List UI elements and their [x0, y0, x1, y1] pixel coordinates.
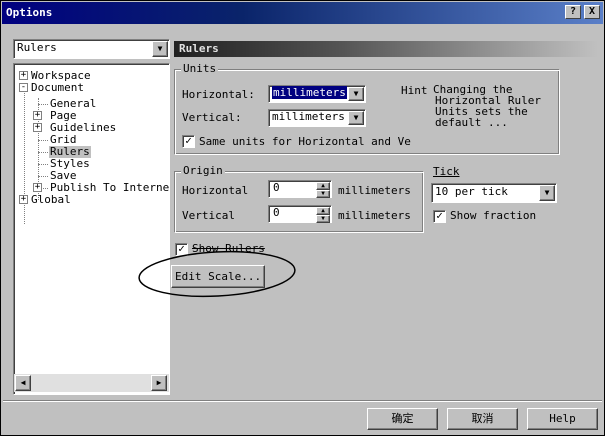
spin-up-icon[interactable]: ▲ [316, 207, 330, 215]
tick-combo[interactable]: 10 per tick ▼ [431, 183, 557, 203]
expand-icon: + [33, 110, 42, 120]
spin-down-icon[interactable]: ▼ [316, 215, 330, 223]
footer-separator [3, 400, 602, 402]
show-fraction-label: Show fraction [450, 209, 537, 222]
tree-item-global[interactable]: + Global [19, 194, 71, 206]
collapse-icon: - [19, 82, 28, 92]
hint-text: Changing the Horizontal Ruler Units sets… [433, 84, 541, 129]
spin-up-icon[interactable]: ▲ [316, 182, 330, 190]
tree-item-document[interactable]: - Document [19, 82, 84, 94]
cancel-button[interactable]: 取消 [447, 408, 518, 430]
same-units-label: Same units for Horizontal and Vertica [199, 135, 411, 148]
options-tree: + Workspace - Document General + Page + … [13, 63, 170, 395]
units-horizontal-label: Horizontal: [182, 88, 255, 101]
same-units-checkbox[interactable]: ✓ [182, 135, 195, 148]
ok-button[interactable]: 确定 [367, 408, 438, 430]
origin-vertical-unit: millimeters [338, 209, 411, 222]
close-icon: X [588, 6, 596, 17]
tick-label: Tick [433, 165, 460, 178]
help-title-button[interactable]: ? [565, 5, 581, 19]
origin-horizontal-unit: millimeters [338, 184, 411, 197]
expand-icon: + [33, 182, 42, 192]
scroll-right-icon[interactable]: ▶ [151, 375, 167, 391]
panel-title: Rulers [174, 41, 598, 57]
chevron-down-icon[interactable]: ▼ [152, 41, 168, 57]
expand-icon: + [19, 194, 28, 204]
chevron-down-icon[interactable]: ▼ [348, 87, 364, 101]
title-bar: Options [2, 2, 603, 24]
units-group: Units Horizontal: millimeters ▼ Vertical… [174, 63, 560, 155]
origin-horizontal-label: Horizontal [182, 184, 249, 197]
units-vertical-label: Vertical: [182, 111, 242, 124]
spin-down-icon[interactable]: ▼ [316, 190, 330, 198]
origin-vertical-label: Vertical [182, 209, 235, 222]
origin-vertical-spinner[interactable]: 0 ▲ ▼ [268, 205, 332, 223]
category-combo[interactable]: Rulers ▼ [13, 39, 170, 59]
annotation-ellipse [138, 250, 296, 298]
tree-horizontal-scrollbar[interactable]: ◀ ▶ [14, 374, 169, 392]
expand-icon: + [19, 70, 28, 80]
units-horizontal-combo[interactable]: millimeters ▼ [268, 85, 366, 103]
expand-icon: + [33, 122, 42, 132]
scroll-left-icon[interactable]: ◀ [15, 375, 31, 391]
show-fraction-checkbox[interactable]: ✓ [433, 210, 446, 223]
options-dialog: Options ? X Rulers ▼ + Workspace - Docum… [0, 0, 605, 436]
chevron-down-icon[interactable]: ▼ [348, 111, 364, 125]
window-title: Options [6, 6, 53, 19]
hint-label: Hint [401, 84, 428, 97]
help-button[interactable]: Help [527, 408, 598, 430]
origin-horizontal-spinner[interactable]: 0 ▲ ▼ [268, 180, 332, 198]
chevron-down-icon[interactable]: ▼ [539, 185, 555, 201]
units-vertical-combo[interactable]: millimeters ▼ [268, 109, 366, 127]
close-button[interactable]: X [584, 5, 600, 19]
origin-group: Origin Horizontal 0 ▲ ▼ millimeters Vert… [174, 165, 424, 233]
